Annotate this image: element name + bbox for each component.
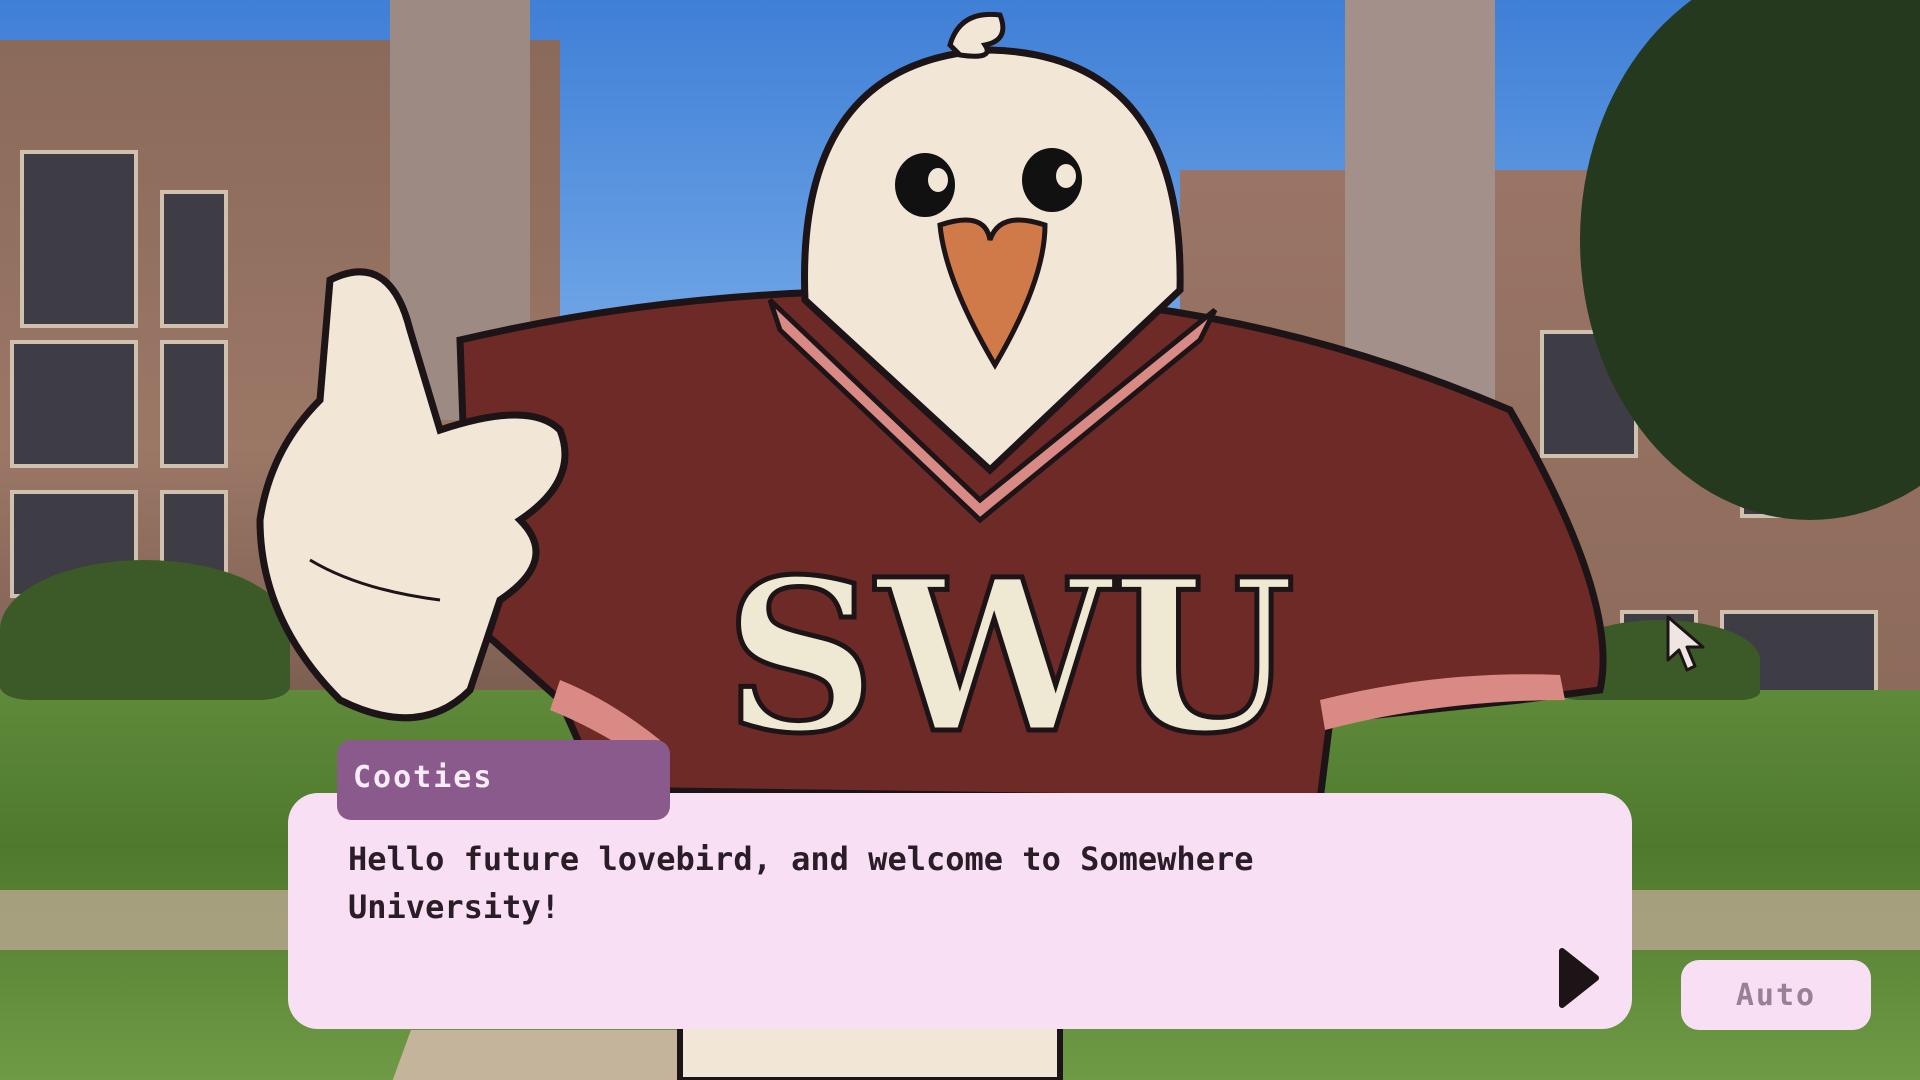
mouse-cursor-icon [1666, 615, 1705, 672]
speaker-name: Cooties [353, 760, 494, 795]
dialogue-text: Hello future lovebird, and welcome to So… [348, 840, 1254, 926]
dialogue-box[interactable]: Hello future lovebird, and welcome to So… [288, 793, 1632, 1029]
speaker-namebox: Cooties [337, 740, 670, 820]
shirt-text: SWU [725, 533, 1296, 780]
play-arrow-icon[interactable] [1556, 947, 1604, 1009]
auto-button[interactable]: Auto [1681, 960, 1871, 1030]
